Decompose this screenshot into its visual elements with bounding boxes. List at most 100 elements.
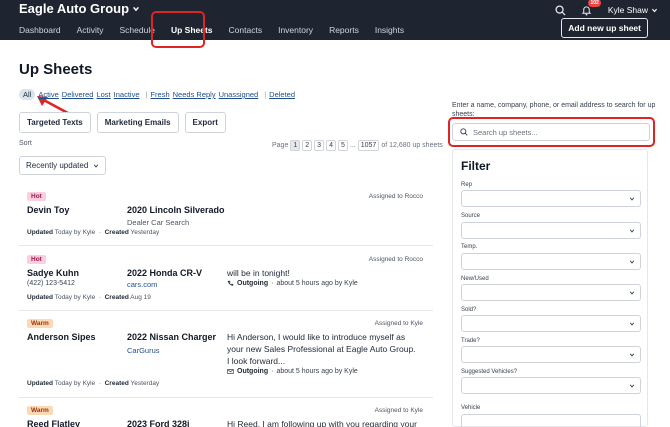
sort-select[interactable]: Recently updated [19, 156, 107, 175]
filter-panel: Filter Rep Source Temp. New/Used Sold? T… [452, 149, 648, 427]
filter-select-new-used[interactable] [461, 284, 641, 301]
page-title: Up Sheets [19, 61, 93, 78]
nav-insights[interactable]: Insights [367, 21, 412, 39]
filter-label-sold: Sold? [461, 307, 477, 313]
vehicle-name[interactable]: 2020 Lincoln Silverado [127, 205, 225, 215]
notifications-icon[interactable]: 102 [580, 0, 601, 17]
filter-inactive[interactable]: Inactive [114, 90, 140, 99]
page-button-1[interactable]: 1 [290, 140, 301, 151]
page-button-5[interactable]: 5 [337, 140, 348, 151]
filter-select-temp[interactable] [461, 253, 641, 270]
top-bar: Eagle Auto Group Dashboard Activity Sche… [0, 0, 670, 40]
up-sheet-card[interactable]: Warm Assigned to Kyle Anderson Sipes 202… [19, 313, 433, 398]
up-sheet-card[interactable]: Hot Assigned to Rocco Devin Toy 2020 Lin… [19, 186, 433, 246]
chevron-down-icon [629, 352, 635, 357]
vehicle-name[interactable]: 2023 Ford 328i [127, 419, 190, 427]
page-button-3[interactable]: 3 [314, 140, 325, 151]
marketing-emails-button[interactable]: Marketing Emails [96, 112, 179, 133]
nav-inventory[interactable]: Inventory [270, 21, 321, 39]
chevron-down-icon [94, 163, 99, 168]
page-button-2[interactable]: 2 [302, 140, 313, 151]
card-meta: Updated Today by Kyle · Created Yesterda… [27, 380, 160, 387]
lead-source: Dealer Car Search [127, 218, 190, 227]
filter-select-source[interactable] [461, 222, 641, 239]
export-button[interactable]: Export [184, 112, 226, 133]
filter-fresh[interactable]: Fresh [150, 90, 169, 99]
filter-label-temp: Temp. [461, 244, 478, 250]
email-icon [227, 369, 234, 374]
filter-delivered[interactable]: Delivered [62, 90, 94, 99]
filter-title: Filter [461, 159, 491, 173]
last-message: Hi Anderson, I would like to introduce m… [227, 332, 416, 366]
search-icon[interactable] [554, 3, 568, 17]
targeted-texts-button[interactable]: Targeted Texts [19, 112, 91, 133]
pager-ellipsis: ... [349, 142, 356, 149]
filter-deleted[interactable]: Deleted [269, 90, 295, 99]
chevron-down-icon [133, 6, 139, 11]
up-sheet-card[interactable]: Hot Assigned to Rocco Sadye Kuhn (422) 1… [19, 249, 433, 311]
page-button-last[interactable]: 1057 [357, 140, 380, 151]
vehicle-name[interactable]: 2022 Honda CR-V [127, 268, 202, 278]
customer-name[interactable]: Reed Flatley [27, 419, 80, 427]
temperature-badge: Hot [27, 255, 46, 264]
filter-unassigned[interactable]: Unassigned [219, 90, 259, 99]
customer-name[interactable]: Sadye Kuhn [27, 268, 79, 278]
status-filters: All Active Delivered Lost Inactive | Fre… [19, 89, 298, 100]
lead-source[interactable]: CarGurus [127, 346, 160, 355]
nav-activity[interactable]: Activity [69, 21, 112, 39]
assigned-to: Assigned to Rocco [368, 256, 423, 263]
chevron-down-icon [629, 290, 635, 295]
chevron-down-icon [629, 259, 635, 264]
filter-needs-reply[interactable]: Needs Reply [173, 90, 216, 99]
filter-select-rep[interactable] [461, 190, 641, 207]
assigned-to: Assigned to Rocco [368, 193, 423, 200]
phone-icon [227, 280, 234, 286]
filter-label-suggested-vehicles: Suggested Vehicles? [461, 369, 518, 375]
nav-contacts[interactable]: Contacts [221, 21, 271, 39]
lead-source[interactable]: cars.com [127, 280, 157, 289]
filter-all[interactable]: All [19, 89, 36, 100]
up-sheet-card[interactable]: Warm Assigned to Kyle Reed Flatley 2023 … [19, 400, 433, 427]
main-nav: Dashboard Activity Schedule Up Sheets Co… [11, 21, 412, 39]
temperature-badge: Warm [27, 319, 53, 328]
filter-select-sold[interactable] [461, 315, 641, 332]
last-activity: Outgoing · about 5 hours ago by Kyle [227, 368, 358, 375]
bulk-actions: Targeted Texts Marketing Emails Export [19, 112, 226, 133]
notification-count: 102 [588, 0, 601, 7]
sort-value: Recently updated [26, 161, 89, 170]
sort-label: Sort [19, 140, 32, 147]
filter-label-rep: Rep [461, 182, 473, 188]
filter-select-trade[interactable] [461, 346, 641, 363]
brand-switcher[interactable]: Eagle Auto Group [19, 1, 140, 16]
vehicle-name[interactable]: 2022 Nissan Charger [127, 332, 216, 342]
assigned-to: Assigned to Kyle [374, 407, 423, 414]
temperature-badge: Hot [27, 192, 46, 201]
last-message: Hi Reed, I am following up with you rega… [227, 419, 417, 427]
brand-name: Eagle Auto Group [19, 1, 130, 16]
add-new-up-sheet-button[interactable]: Add new up sheet [561, 18, 648, 38]
last-message: will be in tonight! [227, 268, 290, 278]
filter-label-vehicle: Vehicle [461, 405, 481, 411]
filter-active[interactable]: Active [38, 90, 58, 99]
filter-label-source: Source [461, 213, 481, 219]
filter-select-suggested-vehicles[interactable] [461, 377, 641, 394]
last-activity: Outgoing · about 5 hours ago by Kyle [227, 280, 358, 287]
chevron-down-icon [651, 8, 658, 12]
chevron-down-icon [629, 321, 635, 326]
nav-dashboard[interactable]: Dashboard [11, 21, 69, 39]
search-hint: Enter a name, company, phone, or email a… [452, 102, 656, 118]
customer-name[interactable]: Anderson Sipes [27, 332, 96, 342]
filter-lost[interactable]: Lost [96, 90, 110, 99]
user-menu[interactable]: Kyle Shaw [608, 5, 658, 15]
customer-phone[interactable]: (422) 123-5412 [27, 280, 75, 287]
nav-reports[interactable]: Reports [321, 21, 367, 39]
search-input[interactable]: Search up sheets... [452, 123, 650, 141]
annotation-highlight-nav [151, 11, 205, 48]
pager-label: Page [272, 142, 289, 149]
customer-name[interactable]: Devin Toy [27, 205, 69, 215]
filter-label-trade: Trade? [461, 338, 480, 344]
page-button-4[interactable]: 4 [326, 140, 336, 151]
assigned-to: Assigned to Kyle [374, 320, 423, 327]
pagination: Page 1 2 3 4 5 ... 1057 of 12,680 up she… [272, 140, 443, 151]
filter-select-vehicle[interactable] [461, 414, 641, 427]
